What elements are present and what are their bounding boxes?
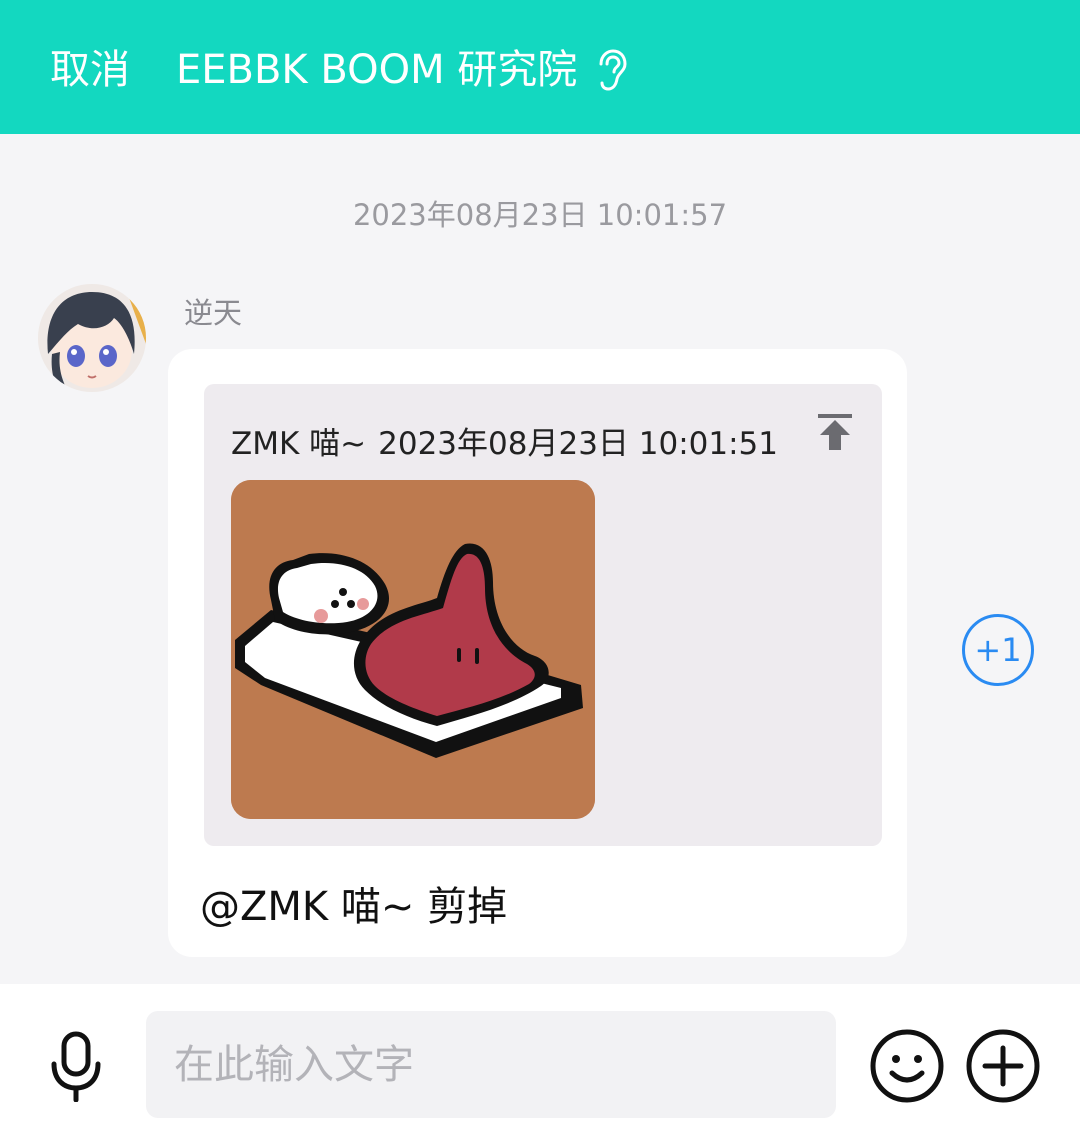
plus-icon[interactable] bbox=[966, 1029, 1040, 1103]
sender-name: 逆天 bbox=[184, 296, 243, 330]
message-input[interactable] bbox=[146, 1011, 836, 1118]
top-bar: 取消 EEBBK BOOM 研究院 bbox=[0, 0, 1080, 134]
jump-to-message-icon[interactable] bbox=[816, 412, 854, 452]
plus-one-button[interactable]: +1 bbox=[962, 614, 1034, 686]
quote-time: 2023年08月23日 10:01:51 bbox=[378, 426, 779, 462]
cat-in-bed-sticker[interactable] bbox=[231, 480, 595, 819]
ear-icon[interactable] bbox=[593, 48, 627, 92]
message-bubble[interactable]: ZMK 喵~ 2023年08月23日 10:01:51 @ZMK 喵~ 剪掉 bbox=[168, 349, 907, 957]
chat-title-group: EEBBK BOOM 研究院 bbox=[176, 42, 627, 98]
chat-title: EEBBK BOOM 研究院 bbox=[176, 47, 578, 93]
cancel-button[interactable]: 取消 bbox=[50, 42, 130, 98]
emoji-icon[interactable] bbox=[870, 1029, 944, 1103]
mic-icon[interactable] bbox=[46, 1030, 106, 1102]
quote-author: ZMK 喵~ bbox=[231, 426, 367, 462]
message-text: @ZMK 喵~ 剪掉 bbox=[200, 884, 508, 930]
quoted-message[interactable]: ZMK 喵~ 2023年08月23日 10:01:51 bbox=[204, 384, 882, 846]
quote-header: ZMK 喵~ 2023年08月23日 10:01:51 bbox=[231, 418, 778, 463]
anime-avatar[interactable] bbox=[38, 284, 146, 392]
avatar-image bbox=[38, 284, 146, 392]
message-timestamp: 2023年08月23日 10:01:57 bbox=[352, 198, 728, 232]
